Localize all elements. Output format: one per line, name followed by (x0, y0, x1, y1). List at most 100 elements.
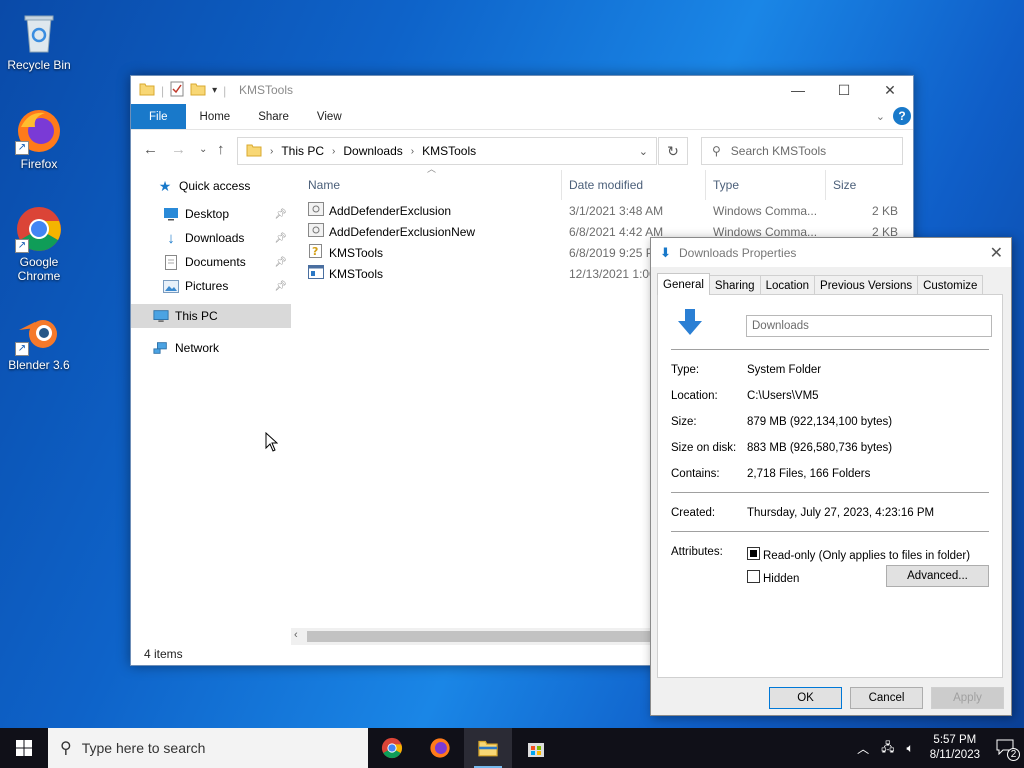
download-arrow-icon: ⬇ (660, 245, 671, 260)
column-date-modified[interactable]: Date modified (562, 170, 706, 200)
breadcrumb-this-pc[interactable]: This PC (281, 144, 324, 158)
pin-icon[interactable]: 📌︎ (274, 233, 287, 244)
nav-label: Pictures (185, 279, 229, 293)
file-date: 3/1/2021 3:48 AM (569, 203, 664, 218)
tab-home[interactable]: Home (186, 104, 245, 129)
downloads-folder-icon (676, 307, 704, 340)
clock[interactable]: 5:57 PM 8/11/2023 (930, 733, 980, 763)
taskbar-firefox[interactable] (416, 728, 464, 768)
desktop-icon-firefox[interactable]: ↗ Firefox (1, 107, 77, 171)
customize-toolbar-icon[interactable]: ▾ (212, 85, 217, 96)
taskbar-search-placeholder: Type here to search (81, 740, 206, 756)
show-hidden-icons-icon[interactable]: ︿ (857, 740, 869, 757)
desktop-icon-recycle-bin[interactable]: Recycle Bin (1, 8, 77, 72)
file-explorer-icon (478, 740, 498, 757)
cancel-button[interactable]: Cancel (850, 687, 923, 709)
taskbar-chrome[interactable] (368, 728, 416, 768)
tab-location[interactable]: Location (759, 275, 816, 295)
file-row[interactable]: AddDefenderExclusion 3/1/2021 3:48 AM Wi… (301, 200, 915, 221)
address-bar[interactable]: › This PC › Downloads › KMSTools ⌄ (237, 137, 657, 165)
chevron-right-icon[interactable]: › (411, 146, 414, 157)
advanced-button[interactable]: Advanced... (886, 565, 989, 587)
tab-customize[interactable]: Customize (917, 275, 984, 295)
size-label: Size: (671, 416, 697, 428)
new-folder-icon[interactable] (190, 82, 206, 99)
file-name: AddDefenderExclusion (329, 203, 452, 218)
tab-general[interactable]: General (657, 273, 710, 295)
folder-name-field[interactable] (746, 315, 992, 337)
pin-icon[interactable]: 📌︎ (274, 281, 287, 292)
dialog-titlebar[interactable]: ⬇ Downloads Properties ✕ (651, 238, 1011, 267)
breadcrumb-kmstools[interactable]: KMSTools (422, 144, 476, 158)
column-type[interactable]: Type (706, 170, 826, 200)
nav-desktop[interactable]: Desktop 📌︎ (131, 202, 291, 226)
nav-pictures[interactable]: Pictures 📌︎ (131, 274, 291, 298)
properties-icon[interactable] (170, 81, 184, 100)
close-button[interactable]: ✕ (867, 76, 913, 104)
column-size[interactable]: Size (826, 170, 904, 200)
tab-share[interactable]: Share (244, 104, 303, 129)
tab-sharing[interactable]: Sharing (708, 275, 761, 295)
tab-file[interactable]: File (131, 104, 186, 129)
expand-ribbon-icon[interactable]: ⌄ (876, 110, 885, 123)
clock-date: 8/11/2023 (929, 749, 980, 761)
breadcrumb-downloads[interactable]: Downloads (343, 144, 402, 158)
separator: | (223, 83, 227, 98)
start-button[interactable] (0, 728, 48, 768)
document-icon (163, 254, 179, 270)
nav-this-pc[interactable]: This PC (131, 304, 291, 328)
back-arrow-icon[interactable]: ← (143, 141, 158, 158)
desktop-icon-label: Recycle Bin (7, 58, 71, 72)
scrollbar-thumb[interactable] (307, 631, 667, 642)
taskbar-file-explorer[interactable] (464, 728, 512, 768)
scroll-left-icon[interactable]: ‹ (294, 629, 298, 641)
chrome-icon: ↗ (15, 205, 63, 253)
recent-locations-icon[interactable]: ⌄ (199, 144, 207, 155)
network-icon[interactable]: 🖧︎ (881, 738, 894, 759)
volume-icon[interactable]: 🔈︎ (906, 741, 913, 756)
pin-icon[interactable]: 📌︎ (274, 209, 287, 220)
desktop-icon-chrome[interactable]: ↗ Google Chrome (1, 205, 77, 283)
created-label: Created: (671, 507, 716, 519)
ok-button[interactable]: OK (769, 687, 842, 709)
hidden-checkbox[interactable]: Hidden (747, 569, 799, 585)
taskbar-search-box[interactable]: ⚲ Type here to search (48, 728, 368, 768)
close-icon[interactable]: ✕ (990, 243, 1003, 263)
chevron-right-icon[interactable]: › (332, 146, 335, 157)
search-box[interactable]: ⚲ (701, 137, 903, 165)
maximize-button[interactable]: ☐ (821, 76, 867, 104)
up-arrow-icon[interactable]: ↑ (217, 141, 225, 158)
download-arrow-icon: ↓ (167, 229, 175, 247)
separator: | (161, 83, 165, 98)
taskbar-store[interactable] (512, 728, 560, 768)
help-icon[interactable]: ? (893, 107, 911, 125)
nav-downloads[interactable]: ↓ Downloads 📌︎ (131, 226, 291, 250)
tab-previous-versions[interactable]: Previous Versions (814, 275, 919, 295)
tab-view[interactable]: View (303, 104, 356, 129)
blender-icon: ↗ (15, 308, 63, 356)
desktop-icon-blender[interactable]: ↗ Blender 3.6 (1, 308, 77, 372)
shortcut-arrow-icon: ↗ (15, 342, 29, 356)
nav-label: Documents (185, 255, 246, 269)
checkbox-indeterminate-icon[interactable] (747, 547, 760, 560)
nav-label: Desktop (185, 207, 230, 221)
explorer-titlebar[interactable]: | ▾ | KMSTools — ☐ ✕ (131, 76, 913, 104)
chevron-right-icon[interactable]: › (270, 146, 273, 157)
checkbox-icon[interactable] (747, 570, 760, 583)
apply-button[interactable]: Apply (931, 687, 1004, 709)
nav-label: Network (175, 341, 220, 355)
readonly-checkbox[interactable]: Read-only (Only applies to files in fold… (747, 546, 970, 562)
search-input[interactable] (730, 144, 881, 158)
minimize-button[interactable]: — (775, 76, 821, 104)
pin-icon[interactable]: 📌︎ (274, 257, 287, 268)
nav-network[interactable]: Network (131, 336, 291, 360)
batch-file-icon (308, 202, 324, 219)
address-dropdown-icon[interactable]: ⌄ (639, 145, 648, 158)
nav-documents[interactable]: Documents 📌︎ (131, 250, 291, 274)
shortcut-arrow-icon: ↗ (15, 239, 29, 253)
notification-center-icon[interactable]: 2 (996, 739, 1020, 761)
hidden-label: Hidden (763, 573, 800, 585)
refresh-button[interactable]: ↻ (658, 137, 688, 165)
nav-quick-access[interactable]: ★ Quick access (131, 170, 291, 202)
forward-arrow-icon[interactable]: → (171, 141, 186, 158)
